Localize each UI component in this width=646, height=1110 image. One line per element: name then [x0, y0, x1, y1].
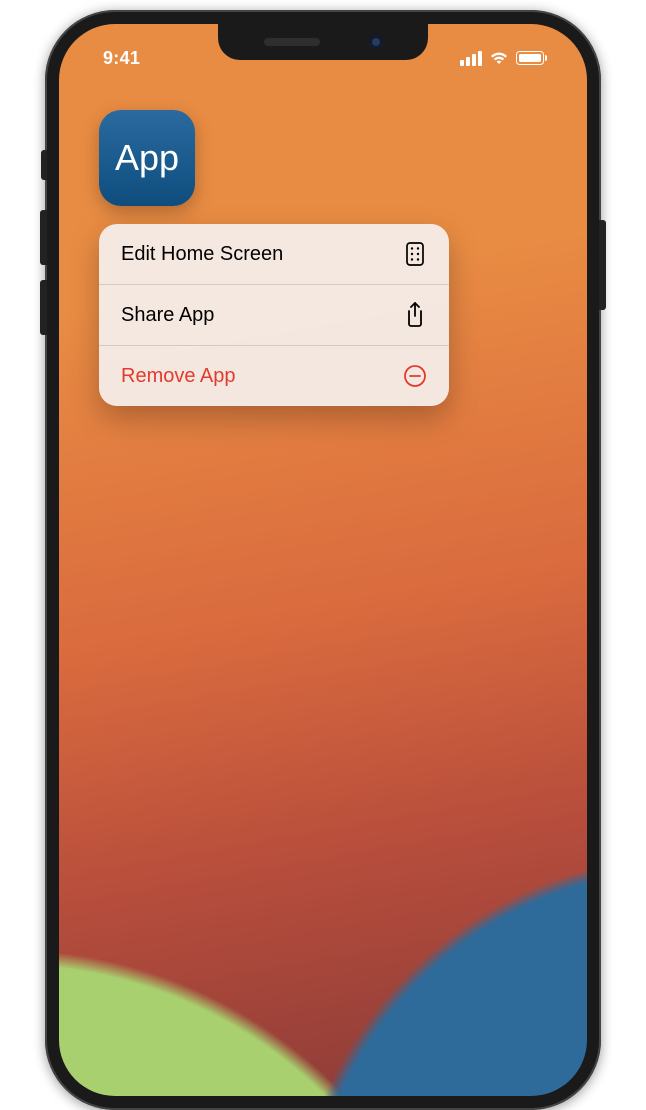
- menu-item-share-app[interactable]: Share App: [99, 284, 449, 345]
- app-icon-label: App: [115, 137, 179, 179]
- battery-icon: [516, 51, 547, 65]
- app-icon[interactable]: App: [99, 110, 195, 206]
- status-indicators: [460, 51, 553, 66]
- cellular-icon: [460, 51, 482, 66]
- menu-item-label: Remove App: [121, 365, 236, 388]
- iphone-frame: 9:41 App: [45, 10, 601, 1110]
- status-bar: 9:41: [59, 40, 587, 76]
- power-button[interactable]: [599, 220, 606, 310]
- wifi-icon: [489, 51, 509, 65]
- volume-up-button[interactable]: [40, 210, 47, 265]
- minus-circle-icon: [403, 364, 427, 388]
- menu-item-edit-home-screen[interactable]: Edit Home Screen: [99, 224, 449, 284]
- apps-icon: [403, 242, 427, 266]
- context-menu: Edit Home Screen Share App: [99, 224, 449, 406]
- share-icon: [403, 303, 427, 327]
- screen: 9:41 App: [59, 24, 587, 1096]
- menu-item-remove-app[interactable]: Remove App: [99, 345, 449, 406]
- menu-item-label: Share App: [121, 304, 214, 327]
- volume-down-button[interactable]: [40, 280, 47, 335]
- status-time: 9:41: [93, 48, 140, 69]
- mute-switch[interactable]: [41, 150, 47, 180]
- menu-item-label: Edit Home Screen: [121, 243, 283, 266]
